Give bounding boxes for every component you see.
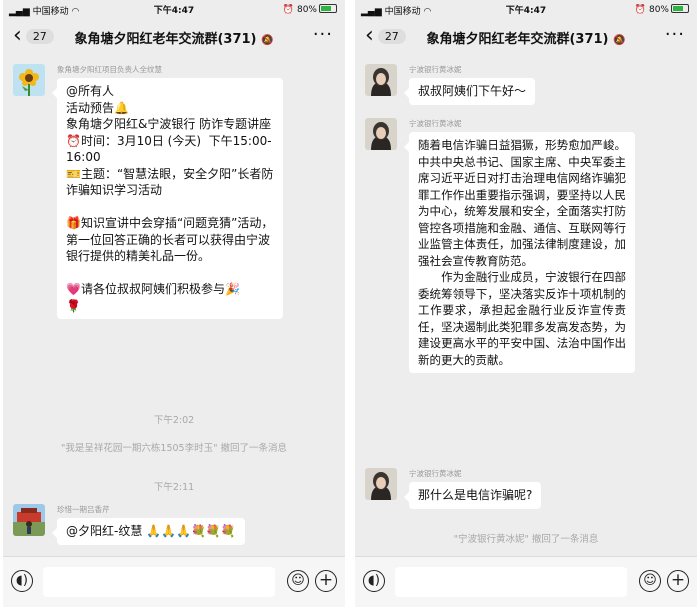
sender-name: 珍惜一期吕香芹 <box>57 505 110 514</box>
message-bubble[interactable]: 那什么是电信诈骗呢? <box>403 482 542 509</box>
status-bar: ▂▄▆ 中国移动 ◠ 下午4:47 ⏰ 80% <box>3 0 345 18</box>
battery-indicator: ⏰ 80% <box>635 4 689 15</box>
avatar[interactable] <box>365 118 397 150</box>
status-bar: ▂▄▆ 中国移动 ◠ 下午4:47 ⏰ 80% <box>355 0 697 18</box>
battery-icon <box>319 4 337 13</box>
bell-off-icon: 🔕 <box>261 35 274 46</box>
plus-icon[interactable]: + <box>667 570 689 592</box>
alarm-icon: ⏰ <box>634 5 647 15</box>
alarm-icon: ⏰ <box>282 5 295 15</box>
plus-icon[interactable]: + <box>315 570 337 592</box>
battery-indicator: ⏰ 80% <box>283 4 337 15</box>
more-options-button[interactable]: ··· <box>313 24 333 45</box>
avatar[interactable] <box>365 468 397 500</box>
emoji-icon[interactable]: ☺ <box>287 570 309 592</box>
avatar[interactable] <box>13 64 45 96</box>
chat-screen-left: ▂▄▆ 中国移动 ◠ 下午4:47 ⏰ 80% ‹ 27 象角塘夕阳红老年交流群… <box>3 0 345 607</box>
chat-header: ‹ 27 象角塘夕阳红老年交流群(371) 🔕 ··· <box>355 18 697 56</box>
timestamp: 下午2:11 <box>153 482 195 493</box>
emoji-icon[interactable]: ☺ <box>639 570 661 592</box>
message-bubble[interactable]: 随着电信诈骗日益猖獗，形势愈加严峻。中共中央总书记、国家主席、中央军委主席习近平… <box>404 132 635 373</box>
message-list[interactable]: 宁波银行黄冰妮 叔叔阿姨们下午好～ 宁波银行黄冰妮 随着电信诈骗日益猖獗，形势愈… <box>355 56 697 557</box>
sender-name: 宁波银行黄冰妮 <box>409 65 462 74</box>
voice-icon[interactable]: ◖) <box>11 570 33 592</box>
sender-name: 宁波银行黄冰妮 <box>409 119 462 128</box>
chevron-left-icon: ‹ <box>365 23 374 48</box>
chevron-left-icon: ‹ <box>13 23 22 48</box>
timestamp: 下午2:02 <box>153 415 195 426</box>
voice-icon[interactable]: ◖) <box>363 570 385 592</box>
avatar[interactable] <box>365 64 397 96</box>
battery-icon <box>671 4 689 13</box>
bell-off-icon: 🔕 <box>613 35 626 46</box>
input-bar: ◖) ☺ + <box>3 556 345 607</box>
chat-title: 象角塘夕阳红老年交流群(371) 🔕 <box>426 32 626 47</box>
message-bubble[interactable]: 叔叔阿姨们下午好～ <box>403 78 536 105</box>
sender-name: 象角塘夕阳红项目负责人全纹慧 <box>57 65 162 74</box>
input-bar: ◖) ☺ + <box>355 556 697 607</box>
message-bubble[interactable]: @夕阳红-纹慧 🙏🙏🙏💐💐💐 <box>52 518 245 545</box>
recall-notice: "我是呈祥花园一期六栋1505李时玉" 撤回了一条消息 <box>61 443 287 454</box>
avatar[interactable] <box>13 504 45 536</box>
chat-title: 象角塘夕阳红老年交流群(371) 🔕 <box>74 32 274 47</box>
message-bubble[interactable]: @所有人 活动预告🔔 象角塘夕阳红&宁波银行 防诈专题讲座 ⏰时间：3月10日 … <box>52 78 283 319</box>
chat-header: ‹ 27 象角塘夕阳红老年交流群(371) 🔕 ··· <box>3 18 345 56</box>
chat-screen-right: ▂▄▆ 中国移动 ◠ 下午4:47 ⏰ 80% ‹ 27 象角塘夕阳红老年交流群… <box>355 0 697 607</box>
message-input[interactable] <box>395 567 627 597</box>
sender-name: 宁波银行黄冰妮 <box>409 469 462 478</box>
message-list[interactable]: 象角塘夕阳红项目负责人全纹慧 @所有人 活动预告🔔 象角塘夕阳红&宁波银行 防诈… <box>3 56 345 557</box>
message-input[interactable] <box>43 567 275 597</box>
recall-notice: "宁波银行黄冰妮" 撤回了一条消息 <box>453 534 599 545</box>
more-options-button[interactable]: ··· <box>665 24 685 45</box>
